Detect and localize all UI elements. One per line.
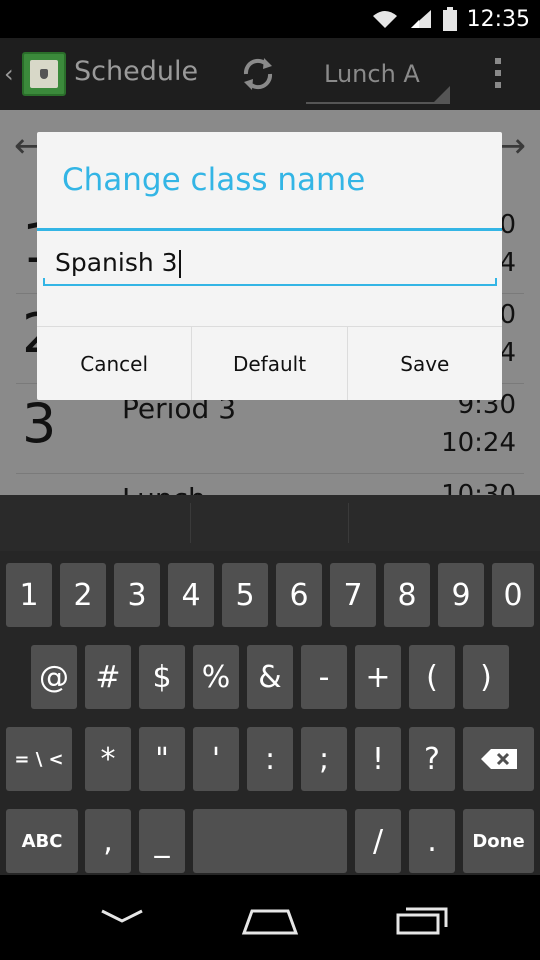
status-bar: 12:35 [0, 0, 540, 38]
dialog-button-bar: Cancel Default Save [37, 326, 502, 400]
period-name: Lunch [122, 482, 206, 495]
key-dollar[interactable]: $ [139, 645, 185, 709]
recents-icon[interactable] [394, 901, 450, 937]
action-bar: ‹ Schedule Lunch A [0, 38, 540, 110]
up-caret-icon[interactable]: ‹ [4, 60, 14, 88]
app-logo-icon[interactable] [22, 52, 66, 96]
soft-keyboard: 1 2 3 4 5 6 7 8 9 0 @ # $ % & - + ( ) = … [0, 495, 540, 875]
save-button[interactable]: Save [348, 327, 502, 400]
key-percent[interactable]: % [193, 645, 239, 709]
period-end-time: 10:24 [441, 428, 516, 458]
key-7[interactable]: 7 [330, 563, 376, 627]
period-start-time: 10:30 [441, 480, 516, 495]
home-icon[interactable] [240, 901, 300, 937]
key-open-paren[interactable]: ( [409, 645, 455, 709]
back-icon[interactable] [98, 901, 146, 931]
battery-icon [442, 7, 457, 31]
class-name-input[interactable]: Spanish 3 [43, 240, 497, 286]
key-close-paren[interactable]: ) [463, 645, 509, 709]
key-3[interactable]: 3 [114, 563, 160, 627]
class-name-input-value: Spanish 3 [55, 248, 178, 277]
key-4[interactable]: 4 [168, 563, 214, 627]
key-ampersand[interactable]: & [247, 645, 293, 709]
status-icons: 12:35 [371, 5, 530, 33]
key-asterisk[interactable]: * [85, 727, 131, 791]
key-5[interactable]: 5 [222, 563, 268, 627]
key-minus[interactable]: - [301, 645, 347, 709]
navigation-bar [0, 875, 540, 960]
key-question[interactable]: ? [409, 727, 455, 791]
done-key[interactable]: Done [463, 809, 534, 873]
suggestion-strip [0, 495, 540, 551]
space-key[interactable] [193, 809, 347, 873]
abc-key[interactable]: ABC [6, 809, 78, 873]
change-class-name-dialog: Change class name Spanish 3 Cancel Defau… [37, 132, 502, 400]
lunch-spinner-value: Lunch A [324, 60, 420, 88]
dialog-title: Change class name [62, 162, 366, 198]
action-bar-title[interactable]: Schedule [74, 56, 198, 87]
key-plus[interactable]: + [355, 645, 401, 709]
cancel-button[interactable]: Cancel [37, 327, 193, 400]
text-cursor [178, 250, 181, 278]
key-8[interactable]: 8 [384, 563, 430, 627]
wifi-icon [372, 11, 397, 28]
key-9[interactable]: 9 [438, 563, 484, 627]
backspace-icon [480, 749, 517, 769]
key-single-quote[interactable]: ' [193, 727, 239, 791]
key-double-quote[interactable]: " [139, 727, 185, 791]
key-exclamation[interactable]: ! [355, 727, 401, 791]
status-time: 12:35 [466, 6, 530, 32]
dialog-title-divider [37, 228, 502, 231]
key-comma[interactable]: , [85, 809, 131, 873]
more-symbols-key[interactable]: = \ < [6, 727, 72, 791]
key-underscore[interactable]: _ [139, 809, 185, 873]
key-colon[interactable]: : [247, 727, 293, 791]
overflow-menu-icon[interactable] [490, 58, 506, 94]
period-number: 3 [22, 392, 57, 455]
backspace-key[interactable] [463, 727, 534, 791]
key-period[interactable]: . [409, 809, 455, 873]
spinner-triangle-icon [434, 86, 450, 102]
signal-icon [410, 10, 431, 28]
key-at[interactable]: @ [31, 645, 77, 709]
key-hash[interactable]: # [85, 645, 131, 709]
key-1[interactable]: 1 [6, 563, 52, 627]
schedule-row[interactable]: Lunch 10:30 [16, 474, 524, 495]
refresh-icon[interactable] [236, 52, 280, 96]
key-6[interactable]: 6 [276, 563, 322, 627]
lunch-spinner[interactable]: Lunch A [306, 52, 450, 104]
key-slash[interactable]: / [355, 809, 401, 873]
key-semicolon[interactable]: ; [301, 727, 347, 791]
default-button[interactable]: Default [192, 327, 348, 400]
key-0[interactable]: 0 [492, 563, 534, 627]
key-2[interactable]: 2 [60, 563, 106, 627]
